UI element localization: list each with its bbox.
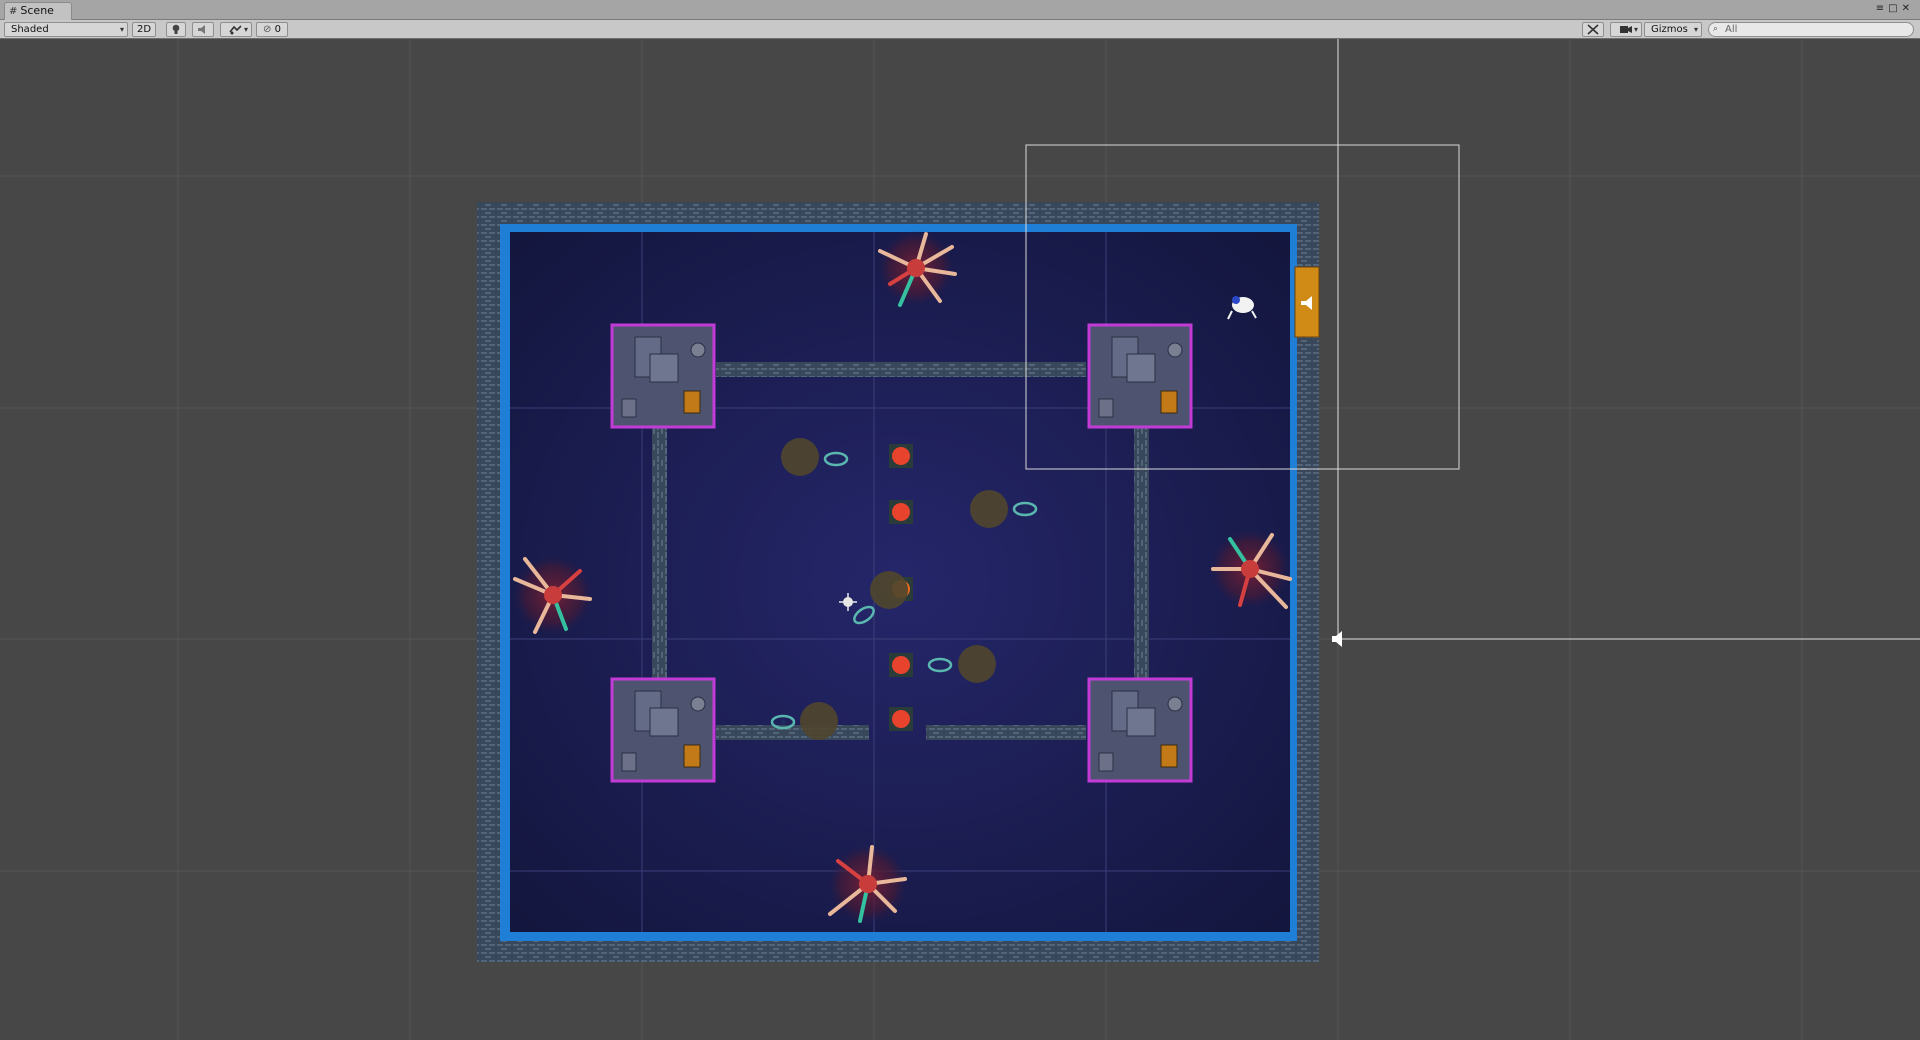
hidden-objects-count: 0 [274,24,281,35]
enemy-marker[interactable] [889,653,913,677]
exit-door[interactable] [1294,266,1320,338]
room-top-left[interactable] [610,323,716,429]
enemy-horde-bottom[interactable] [828,844,908,924]
pickup-orb [800,702,838,740]
lighting-toggle-button[interactable] [166,22,186,37]
gizmos-dropdown[interactable]: Gizmos ▾ [1644,22,1702,37]
close-icon[interactable]: ✕ [1902,3,1914,14]
grid-icon: # [9,6,18,17]
2d-toggle-label: 2D [136,24,152,35]
draw-mode-dropdown[interactable]: Shaded ▾ [4,22,128,37]
camera-settings-dropdown[interactable]: ▾ [1610,22,1642,37]
pickup-orb [958,645,996,683]
effects-dropdown[interactable]: ▾ [220,22,252,37]
maximize-icon[interactable]: □ [1888,3,1901,14]
search-placeholder: All [1725,24,1738,35]
chevron-down-icon: ▾ [119,25,124,34]
scene-canvas[interactable] [0,39,1920,1040]
window-tab-bar: # Scene ≡□✕ [0,0,1920,20]
enemy-marker[interactable] [889,707,913,731]
chevron-down-icon: ▾ [1693,25,1698,34]
enemy-horde-right[interactable] [1210,529,1292,609]
scene-tools-button[interactable] [1582,22,1604,37]
draw-mode-label: Shaded [11,24,49,35]
scene-toolbar: Shaded ▾ 2D ▾ ⊘ 0 ▾ Gizmos ▾ ⌕ All [0,20,1920,39]
pickup-orb [781,438,819,476]
tab-scene[interactable]: # Scene [4,2,72,20]
hidden-objects-toggle[interactable]: ⊘ 0 [256,22,288,37]
camera-icon [1620,26,1632,33]
tools-icon [1587,24,1599,35]
hierarchy-search-input[interactable]: ⌕ All [1708,22,1914,37]
gizmos-label: Gizmos [1651,24,1688,35]
audio-toggle-button[interactable] [192,22,214,37]
enemy-marker[interactable] [889,500,913,524]
enemy-marker[interactable] [889,444,913,468]
audio-source-icon[interactable] [1332,631,1342,647]
search-icon: ⌕ [1713,24,1719,34]
enemy-horde-left[interactable] [513,555,593,635]
chevron-down-icon: ▾ [1633,25,1638,34]
pickup-orb [970,490,1008,528]
tab-scene-label: Scene [20,4,54,17]
room-top-right[interactable] [1087,323,1193,429]
speaker-icon [198,25,205,34]
window-controls: ≡□✕ [1876,3,1914,14]
chevron-down-icon: ▾ [243,25,248,34]
lightbulb-icon [172,24,180,34]
scene-viewport[interactable] [0,39,1920,1040]
2d-toggle-button[interactable]: 2D [132,22,156,37]
room-bottom-left[interactable] [610,677,716,783]
room-bottom-right[interactable] [1087,677,1193,783]
menu-icon[interactable]: ≡ [1876,3,1888,14]
eye-slash-icon: ⊘ [263,24,272,35]
pickup-orb [870,571,908,609]
